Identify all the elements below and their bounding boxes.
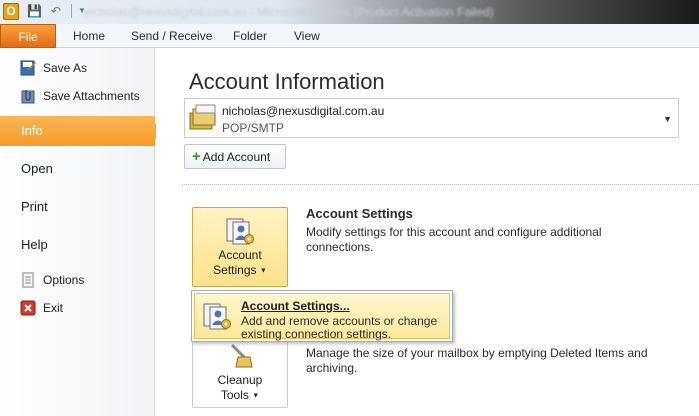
plus-icon: + [192, 147, 201, 165]
account-type: POP/SMTP [222, 121, 285, 135]
menu-item-description: Add and remove accounts or change existi… [241, 314, 438, 341]
nav-info-label: Info [21, 123, 43, 138]
nav-open[interactable]: Open [0, 154, 155, 184]
add-account-button[interactable]: + Add Account [184, 144, 286, 169]
window-title: nicholas@nexusdigital.com.au - Microsoft… [84, 5, 494, 19]
tab-file[interactable]: File [0, 24, 56, 48]
account-settings-menu-item[interactable]: Account Settings... Add and remove accou… [194, 293, 450, 341]
add-account-label: Add Account [202, 149, 271, 164]
exit-icon [20, 300, 36, 316]
qat-separator [71, 4, 72, 18]
outlook-app-icon[interactable]: O [3, 3, 19, 20]
tab-send-receive[interactable]: Send / Receive [131, 24, 212, 48]
ribbon-tab-bar: File Home Send / Receive Folder View [0, 24, 699, 48]
nav-exit[interactable]: Exit [20, 298, 63, 318]
menu-item-title: Account Settings... [241, 299, 350, 313]
options-icon [20, 272, 36, 288]
account-settings-icon [203, 303, 231, 330]
mail-account-icon [189, 104, 216, 130]
section-divider [182, 184, 699, 185]
nav-print-label: Print [21, 199, 48, 214]
nav-help[interactable]: Help [0, 230, 155, 260]
account-settings-dropdown: Account Settings... Add and remove accou… [191, 290, 453, 342]
cleanup-tools-icon [230, 343, 253, 368]
nav-save-attachments[interactable]: Save Attachments [20, 86, 140, 106]
nav-save-as-label: Save As [43, 61, 88, 75]
nav-save-as[interactable]: Save As [20, 58, 87, 78]
chevron-down-icon[interactable]: ▼ [663, 114, 672, 124]
info-panel: Account Information nicholas@nexusdigita… [156, 48, 699, 416]
nav-options[interactable]: Options [20, 270, 84, 290]
nav-save-attachments-label: Save Attachments [43, 89, 140, 103]
account-settings-title: Account Settings [306, 206, 413, 221]
tab-home[interactable]: Home [73, 24, 105, 48]
cleanup-tools-button-line1: Cleanup [217, 373, 263, 387]
save-icon[interactable]: 💾 [27, 4, 42, 18]
save-as-icon [20, 60, 36, 76]
cleanup-description: Manage the size of your mailbox by empty… [306, 346, 648, 375]
backstage-nav: Save As Save Attachments Info Open Print… [0, 48, 163, 416]
nav-print[interactable]: Print [0, 192, 155, 222]
account-selector[interactable]: nicholas@nexusdigital.com.au POP/SMTP ▼ [184, 98, 679, 138]
title-bar: O 💾 ↶ ▼ nicholas@nexusdigital.com.au - M… [0, 0, 699, 24]
undo-icon[interactable]: ↶ [49, 4, 63, 18]
page-title: Account Information [189, 69, 385, 94]
account-settings-button[interactable]: Account Settings ▼ [192, 207, 288, 287]
nav-options-label: Options [43, 273, 85, 287]
paperclip-icon [20, 88, 36, 104]
cleanup-tools-button-line2: Tools ▼ [220, 388, 260, 402]
account-settings-description: Modify settings for this account and con… [306, 225, 602, 254]
nav-exit-label: Exit [43, 301, 64, 315]
nav-help-label: Help [21, 237, 48, 252]
account-settings-button-line2: Settings ▼ [213, 263, 267, 277]
tab-folder[interactable]: Folder [233, 24, 267, 48]
nav-open-label: Open [21, 161, 53, 176]
tab-view[interactable]: View [294, 24, 320, 48]
account-email: nicholas@nexusdigital.com.au [222, 104, 385, 118]
account-settings-icon [226, 218, 254, 245]
nav-info[interactable]: Info [0, 116, 163, 146]
account-settings-button-line1: Account [218, 248, 262, 262]
